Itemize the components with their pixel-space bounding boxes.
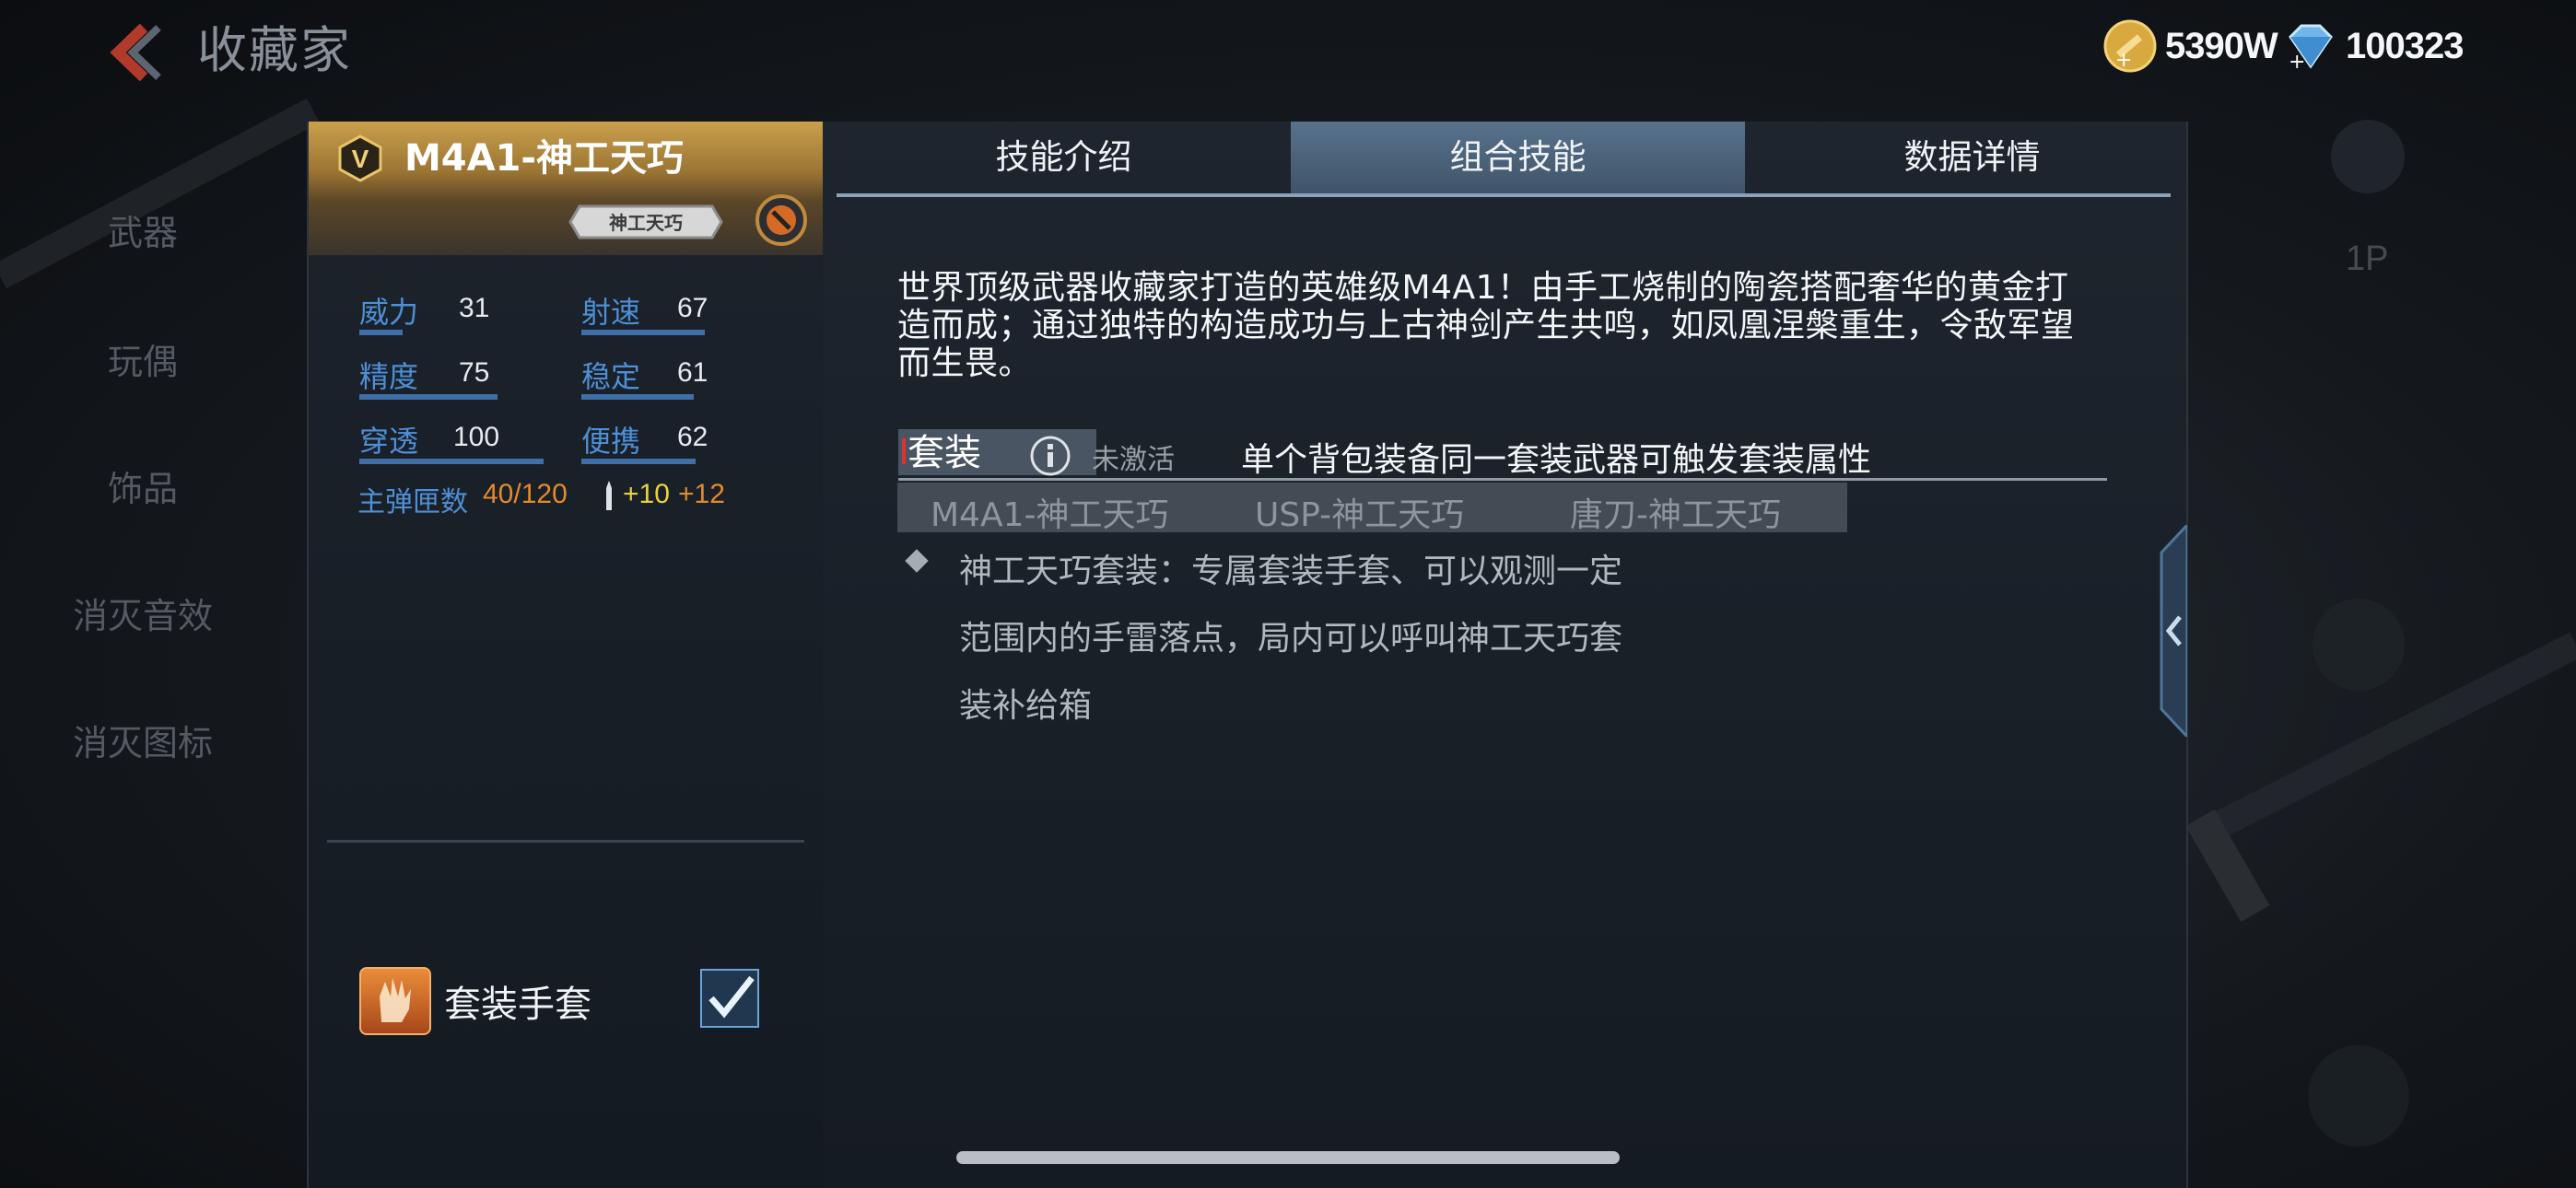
- collapse-panel-button[interactable]: [2152, 525, 2187, 737]
- stat-value: 75: [459, 357, 490, 388]
- suit-description: 单个背包装备同一套装武器可触发套装属性: [1241, 441, 1872, 479]
- svg-text:+: +: [2115, 49, 2132, 72]
- stat-label: 威力: [359, 295, 419, 330]
- stat-value: 61: [677, 357, 708, 388]
- suit-chip: 套装: [898, 429, 1096, 477]
- stat-bar: [581, 394, 694, 400]
- nav-item-weapons[interactable]: 武器: [37, 204, 249, 255]
- suit-effect-line: 神工天巧套装：专属套装手套、可以观测一定: [959, 553, 1623, 590]
- stat-stability: 稳定 61: [581, 354, 710, 400]
- v-badge-icon: V: [338, 134, 382, 182]
- stat-label: 穿透: [359, 424, 419, 459]
- suit-status: 未激活: [1092, 444, 1175, 476]
- glove-checkbox[interactable]: [700, 969, 759, 1028]
- stat-value: 67: [677, 293, 708, 323]
- weapon-class-icon: [755, 194, 807, 246]
- diamond-icon: +: [2289, 24, 2333, 74]
- stat-power: 威力 31: [359, 289, 498, 335]
- suit-effect-line: 装补给箱: [959, 687, 1093, 725]
- svg-text:V: V: [352, 145, 369, 173]
- suit-members: M4A1-神工天巧 USP-神工天巧 唐刀-神工天巧: [897, 483, 1847, 534]
- stat-label: 射速: [581, 295, 641, 330]
- ammo-count: 40/120: [483, 479, 568, 509]
- weapon-header: V M4A1-神工天巧 神工天巧: [309, 122, 825, 255]
- gold-coin-icon: +: [2103, 19, 2157, 73]
- glove-label: 套装手套: [444, 984, 591, 1026]
- stat-bar: [581, 330, 705, 335]
- nav-item-dolls[interactable]: 玩偶: [37, 333, 249, 384]
- stat-bar: [581, 459, 696, 464]
- suit-effect: 神工天巧套装：专属套装手套、可以观测一定 范围内的手雷落点，局内可以呼叫神工天巧…: [959, 538, 1641, 740]
- tab-combo-skill[interactable]: 组合技能: [1291, 122, 1745, 193]
- weapon-name: M4A1-神工天巧: [404, 137, 685, 180]
- suit-label: 套装: [907, 432, 981, 474]
- stat-value: 62: [677, 422, 708, 452]
- tab-underline: [837, 193, 2171, 197]
- diamond-amount: 100323: [2346, 25, 2464, 66]
- ammo-bonus-1: +10: [623, 479, 670, 509]
- suit-member: 唐刀-神工天巧: [1570, 496, 1781, 534]
- info-icon[interactable]: [1029, 435, 1071, 477]
- stat-bar: [359, 394, 498, 400]
- bullet-icon: [606, 481, 612, 510]
- stat-label: 便携: [581, 424, 641, 459]
- stat-accuracy: 精度 75: [359, 354, 498, 400]
- svg-text:+: +: [2289, 51, 2305, 74]
- weapon-description: 世界顶级武器收藏家打造的英雄级M4A1！由手工烧制的陶瓷搭配奢华的黄金打造而成；…: [897, 269, 2075, 382]
- suit-member: USP-神工天巧: [1255, 496, 1465, 534]
- suit-header: 套装 未激活 单个背包装备同一套装武器可触发套装属性: [898, 425, 2114, 481]
- tab-skill-intro[interactable]: 技能介绍: [837, 122, 1291, 193]
- nav-item-accessories[interactable]: 饰品: [37, 460, 249, 511]
- stat-fire-rate: 射速 67: [581, 289, 710, 335]
- suit-divider: [898, 478, 2107, 481]
- suit-effect-line: 范围内的手雷落点，局内可以呼叫神工天巧套: [959, 620, 1623, 658]
- stat-label: 精度: [359, 359, 419, 394]
- tab-bar: 技能介绍 组合技能 数据详情: [837, 122, 2171, 195]
- stat-bar: [359, 330, 403, 335]
- glove-icon: [359, 967, 431, 1035]
- gold-currency[interactable]: + 5390W: [2102, 17, 2278, 76]
- ammo-label: 主弹匣数: [357, 486, 468, 518]
- suit-member: M4A1-神工天巧: [931, 496, 1169, 534]
- page-title: 收藏家: [197, 21, 352, 79]
- ammo-info: 主弹匣数 40/120 +10 +12: [357, 479, 725, 519]
- side-1p-label: 1P: [2346, 239, 2389, 278]
- horizontal-scrollbar[interactable]: [956, 1151, 1620, 1164]
- nav-item-kill-icon[interactable]: 消灭图标: [37, 715, 249, 765]
- ammo-bonus-2: +12: [678, 479, 725, 509]
- glove-shape-icon: [380, 978, 411, 1022]
- stat-label: 稳定: [581, 359, 641, 394]
- stat-value: 31: [459, 293, 490, 323]
- weapon-logo-text: 神工天巧: [609, 212, 683, 234]
- nav-item-kill-sound[interactable]: 消灭音效: [37, 588, 249, 638]
- back-arrow-icon[interactable]: [101, 20, 166, 85]
- gold-amount: 5390W: [2165, 25, 2278, 66]
- stat-value: 100: [453, 422, 500, 452]
- tab-data-details[interactable]: 数据详情: [1745, 122, 2199, 193]
- stat-bar: [359, 459, 544, 464]
- checkmark-icon: [708, 975, 755, 1019]
- diamond-currency[interactable]: + 100323: [2283, 17, 2464, 76]
- suit-marker: [902, 438, 906, 464]
- weapon-logo: 神工天巧: [568, 197, 723, 247]
- stat-portability: 便携 62: [581, 418, 710, 464]
- divider: [327, 840, 804, 843]
- stat-penetration: 穿透 100: [359, 418, 544, 464]
